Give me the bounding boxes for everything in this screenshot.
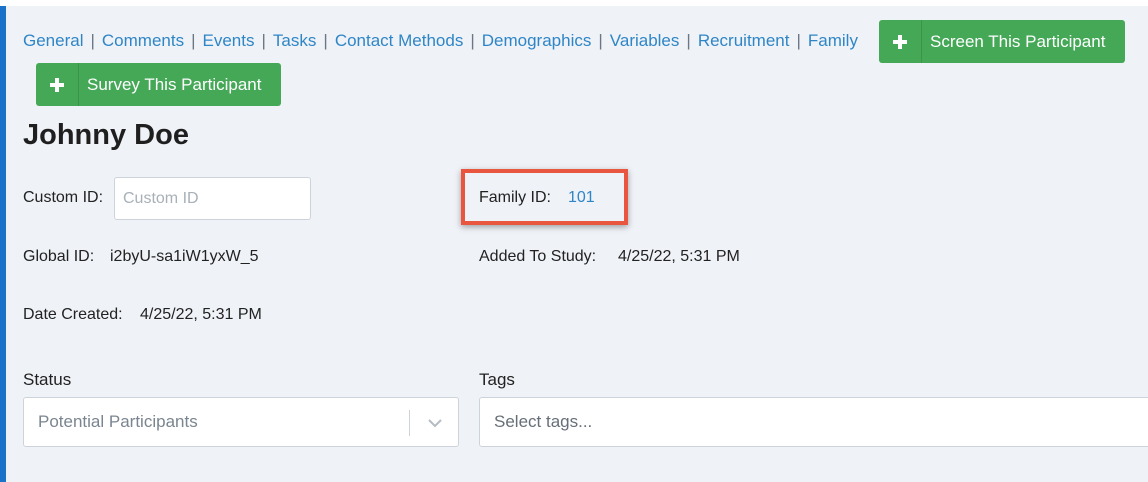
date-created-value: 4/25/22, 5:31 PM	[140, 306, 262, 323]
nav-separator: |	[323, 31, 328, 50]
custom-id-label: Custom ID:	[23, 189, 104, 206]
global-id-label: Global ID:	[23, 248, 95, 265]
custom-id-input[interactable]	[114, 177, 311, 220]
nav-separator: |	[261, 31, 266, 50]
status-selected-value: Potential Participants	[38, 412, 198, 431]
plus-icon	[36, 63, 79, 106]
survey-participant-label: Survey This Participant	[87, 74, 262, 94]
status-label: Status	[23, 370, 72, 389]
added-to-study-label: Added To Study:	[479, 248, 597, 265]
screen-participant-button[interactable]: Screen This Participant	[879, 20, 1125, 63]
nav-link-comments[interactable]: Comments	[102, 31, 184, 51]
nav-separator: |	[796, 31, 801, 50]
chevron-down-icon[interactable]	[426, 415, 444, 431]
tags-label: Tags	[479, 370, 515, 389]
nav-separator: |	[191, 31, 196, 50]
global-id-value: i2byU-sa1iW1yxW_5	[110, 248, 259, 265]
nav-link-events[interactable]: Events	[203, 31, 255, 51]
survey-participant-button[interactable]: Survey This Participant	[36, 63, 281, 106]
participant-panel: General | Comments | Events | Tasks | Co…	[0, 6, 1148, 482]
tags-select[interactable]: Select tags...	[479, 397, 1148, 447]
tags-placeholder: Select tags...	[494, 412, 593, 431]
nav-link-general[interactable]: General	[23, 31, 83, 51]
family-id-label: Family ID:	[479, 189, 551, 206]
screen-participant-label: Screen This Participant	[930, 31, 1106, 51]
participant-nav: General | Comments | Events | Tasks | Co…	[23, 31, 858, 51]
nav-link-recruitment[interactable]: Recruitment	[698, 31, 790, 51]
family-id-link[interactable]: 101	[568, 189, 595, 207]
nav-link-family[interactable]: Family	[808, 31, 858, 51]
nav-link-variables[interactable]: Variables	[610, 31, 680, 51]
date-created-label: Date Created:	[23, 306, 123, 323]
nav-separator: |	[686, 31, 691, 50]
status-select[interactable]: Potential Participants	[23, 397, 459, 447]
nav-link-contact-methods[interactable]: Contact Methods	[335, 31, 464, 51]
nav-separator: |	[90, 31, 95, 50]
nav-link-tasks[interactable]: Tasks	[273, 31, 316, 51]
nav-separator: |	[598, 31, 603, 50]
plus-icon	[879, 20, 922, 63]
nav-separator: |	[470, 31, 475, 50]
added-to-study-value: 4/25/22, 5:31 PM	[618, 248, 740, 265]
nav-link-demographics[interactable]: Demographics	[482, 31, 592, 51]
participant-name: Johnny Doe	[23, 119, 189, 151]
select-divider	[409, 410, 410, 436]
